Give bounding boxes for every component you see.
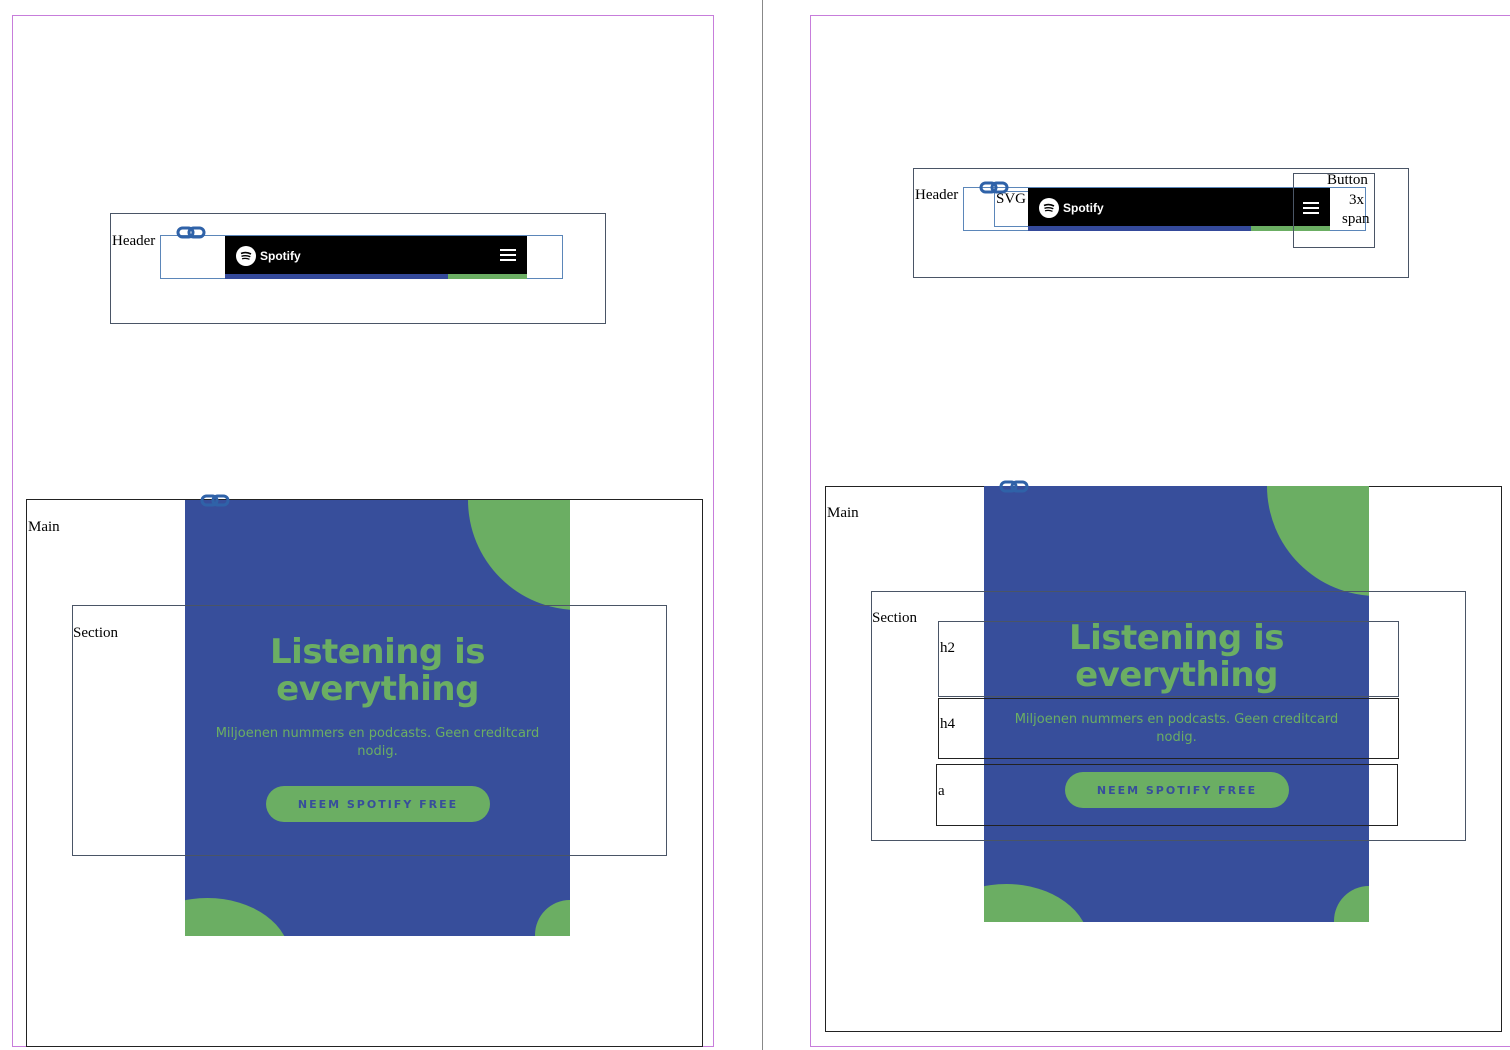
section-label: Section	[73, 625, 118, 641]
section-label: Section	[872, 610, 917, 626]
spotify-logo-icon	[1039, 198, 1059, 218]
main-label: Main	[28, 519, 60, 535]
hero-blob-bottom-left	[984, 884, 1089, 922]
spotify-logo[interactable]: Spotify	[236, 246, 301, 266]
hero-blob-bottom-right	[1334, 886, 1369, 922]
hamburger-icon[interactable]	[500, 249, 516, 262]
page-divider	[762, 0, 763, 1050]
link-icon	[979, 181, 1009, 194]
h4-label: h4	[940, 716, 955, 732]
spotify-header-bar-left: Spotify	[225, 236, 527, 279]
spans-count-label: 3x	[1349, 192, 1364, 208]
link-icon	[999, 480, 1029, 493]
header-label: Header	[112, 233, 156, 249]
h2-frame[interactable]	[938, 621, 1399, 697]
header-accent-blue	[225, 274, 448, 279]
spotify-header-bar-right: Spotify	[1028, 188, 1330, 231]
header-accent-blue	[1028, 226, 1251, 231]
hero-blob-bottom-left	[185, 898, 290, 936]
spotify-logo[interactable]: Spotify	[1039, 198, 1104, 218]
hero-blob-top-right	[1267, 486, 1369, 596]
a-label: a	[938, 783, 945, 799]
hero-blob-bottom-right	[535, 900, 570, 936]
span-label: span	[1342, 211, 1370, 227]
header-label: Header	[915, 187, 959, 203]
main-label: Main	[827, 505, 859, 521]
link-icon	[200, 494, 230, 507]
button-label: Button	[1327, 172, 1368, 188]
spotify-wordmark: Spotify	[260, 249, 301, 263]
hero-blob-top-right	[468, 500, 570, 610]
a-frame[interactable]	[936, 764, 1398, 826]
spotify-logo-icon	[236, 246, 256, 266]
h4-frame[interactable]	[938, 698, 1399, 759]
link-icon	[176, 226, 206, 239]
h2-label: h2	[940, 640, 955, 656]
section-frame-left[interactable]	[72, 605, 667, 856]
spotify-wordmark: Spotify	[1063, 201, 1104, 215]
header-accent-green	[448, 274, 527, 279]
